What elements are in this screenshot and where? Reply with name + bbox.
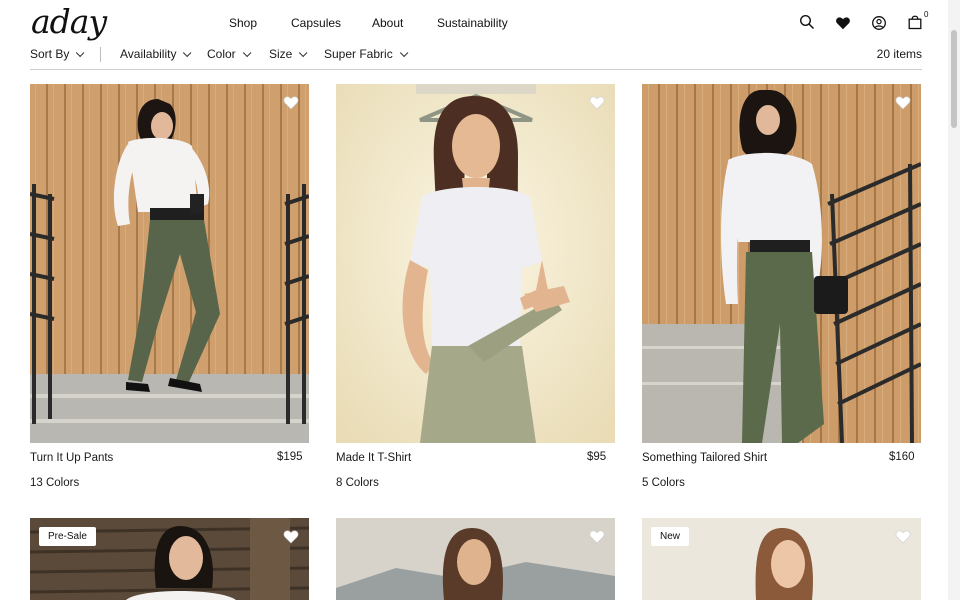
product-card[interactable]	[336, 518, 615, 600]
product-price: $195	[277, 451, 303, 463]
product-image[interactable]	[30, 84, 309, 443]
color-filter[interactable]: Color	[207, 47, 252, 61]
presale-badge: Pre-Sale	[39, 527, 96, 546]
chevron-down-icon	[399, 48, 409, 58]
size-filter[interactable]: Size	[269, 47, 308, 61]
site-header: aday Shop Capsules About Sustainability …	[0, 0, 948, 44]
chevron-down-icon	[76, 48, 85, 58]
product-image[interactable]	[642, 84, 921, 443]
favorite-heart-icon[interactable]	[589, 529, 605, 544]
favorite-heart-icon[interactable]	[283, 95, 299, 110]
nav-about[interactable]: About	[372, 16, 403, 30]
super-fabric-filter[interactable]: Super Fabric	[324, 47, 409, 61]
shopping-bag-icon[interactable]	[907, 14, 923, 30]
search-icon[interactable]	[799, 14, 815, 30]
sort-by-label: Sort By	[30, 47, 70, 61]
item-count: 20 items	[876, 47, 922, 61]
availability-filter[interactable]: Availability	[120, 47, 192, 61]
product-card[interactable]: Something Tailored Shirt $160 5 Colors	[642, 84, 921, 494]
favorite-heart-icon[interactable]	[895, 529, 911, 544]
sort-by-dropdown[interactable]: Sort By	[30, 47, 85, 61]
product-colors-count[interactable]: 13 Colors	[30, 477, 79, 489]
page-scrollbar[interactable]	[948, 0, 960, 600]
product-colors-count[interactable]: 5 Colors	[642, 477, 685, 489]
scrollbar-thumb[interactable]	[951, 30, 957, 128]
filter-label: Super Fabric	[324, 47, 393, 61]
filter-divider	[100, 47, 101, 62]
nav-sustainability[interactable]: Sustainability	[437, 16, 508, 30]
favorite-heart-icon[interactable]	[283, 529, 299, 544]
favorite-heart-icon[interactable]	[895, 95, 911, 110]
product-image[interactable]: New	[642, 518, 921, 600]
filter-label: Availability	[120, 47, 177, 61]
product-image[interactable]	[336, 518, 615, 600]
product-image[interactable]: Pre-Sale	[30, 518, 309, 600]
filter-label: Color	[207, 47, 236, 61]
account-icon[interactable]	[871, 15, 887, 31]
cart-count-badge: 0	[924, 10, 929, 19]
favorite-heart-icon[interactable]	[589, 95, 605, 110]
product-price: $160	[889, 451, 915, 463]
product-card[interactable]: Turn It Up Pants $195 13 Colors	[30, 84, 309, 494]
chevron-down-icon	[183, 48, 192, 58]
product-price: $95	[587, 451, 607, 463]
nav-capsules[interactable]: Capsules	[291, 16, 341, 30]
product-name[interactable]: Made It T-Shirt	[336, 452, 411, 464]
product-card[interactable]: Pre-Sale	[30, 518, 309, 600]
filter-label: Size	[269, 47, 293, 61]
product-card[interactable]: New	[642, 518, 921, 600]
product-card[interactable]: Made It T-Shirt $95 8 Colors	[336, 84, 615, 494]
product-name[interactable]: Turn It Up Pants	[30, 452, 113, 464]
wishlist-heart-icon[interactable]	[835, 15, 851, 31]
brand-logo[interactable]: aday	[31, 2, 107, 41]
chevron-down-icon	[242, 48, 252, 58]
nav-shop[interactable]: Shop	[229, 16, 257, 30]
product-image[interactable]	[336, 84, 615, 443]
product-name[interactable]: Something Tailored Shirt	[642, 452, 767, 464]
new-badge: New	[651, 527, 690, 546]
chevron-down-icon	[299, 48, 308, 58]
filter-bar: Sort By Availability Color Size Super Fa…	[30, 44, 922, 70]
product-colors-count[interactable]: 8 Colors	[336, 477, 379, 489]
